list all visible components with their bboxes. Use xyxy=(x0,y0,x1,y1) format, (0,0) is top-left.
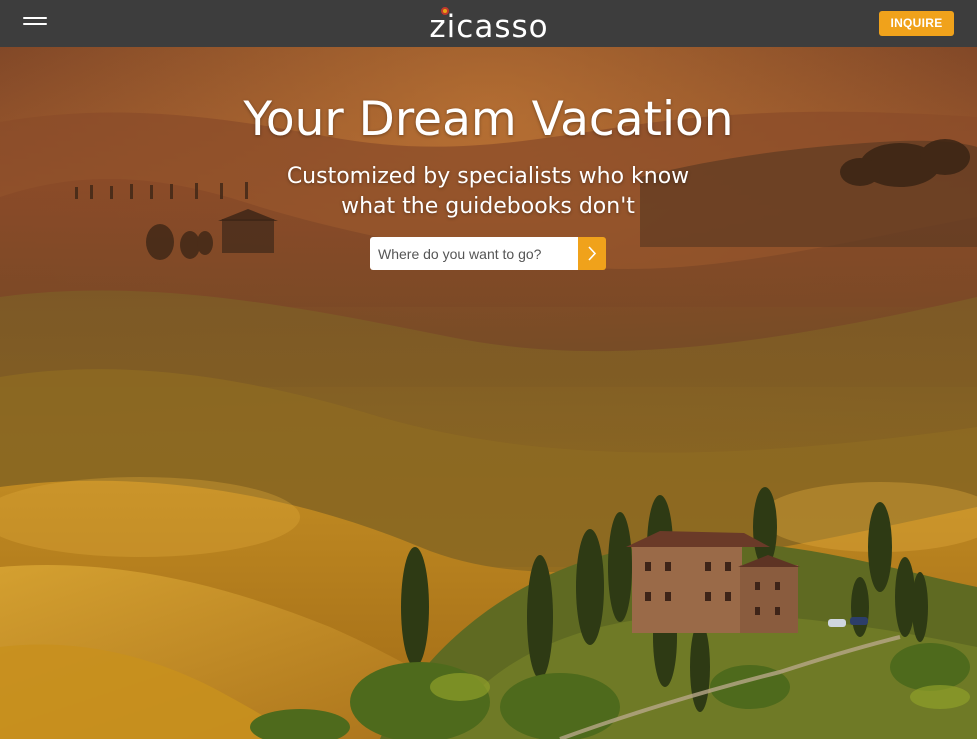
zicasso-logo[interactable]: zicasso xyxy=(422,3,556,43)
hero-section: Your Dream Vacation Customized by specia… xyxy=(0,47,977,739)
chevron-right-icon xyxy=(588,246,597,261)
hero-subtitle: Customized by specialists who know what … xyxy=(238,162,738,222)
hamburger-line xyxy=(23,17,47,19)
inquire-button[interactable]: INQUIRE xyxy=(879,11,954,36)
search-submit-button[interactable] xyxy=(578,237,606,270)
hamburger-line xyxy=(23,23,47,25)
hero-subtitle-line-2: what the guidebooks don't xyxy=(341,194,635,219)
hero-background-image xyxy=(0,47,977,739)
hamburger-menu-icon[interactable] xyxy=(23,15,47,31)
destination-search xyxy=(370,237,606,270)
destination-search-input[interactable] xyxy=(370,237,578,270)
logo-text: zicasso xyxy=(429,9,549,45)
hero-subtitle-line-1: Customized by specialists who know xyxy=(286,164,690,189)
hero-title: Your Dream Vacation xyxy=(243,92,734,147)
top-navbar: zicasso INQUIRE xyxy=(0,0,977,47)
